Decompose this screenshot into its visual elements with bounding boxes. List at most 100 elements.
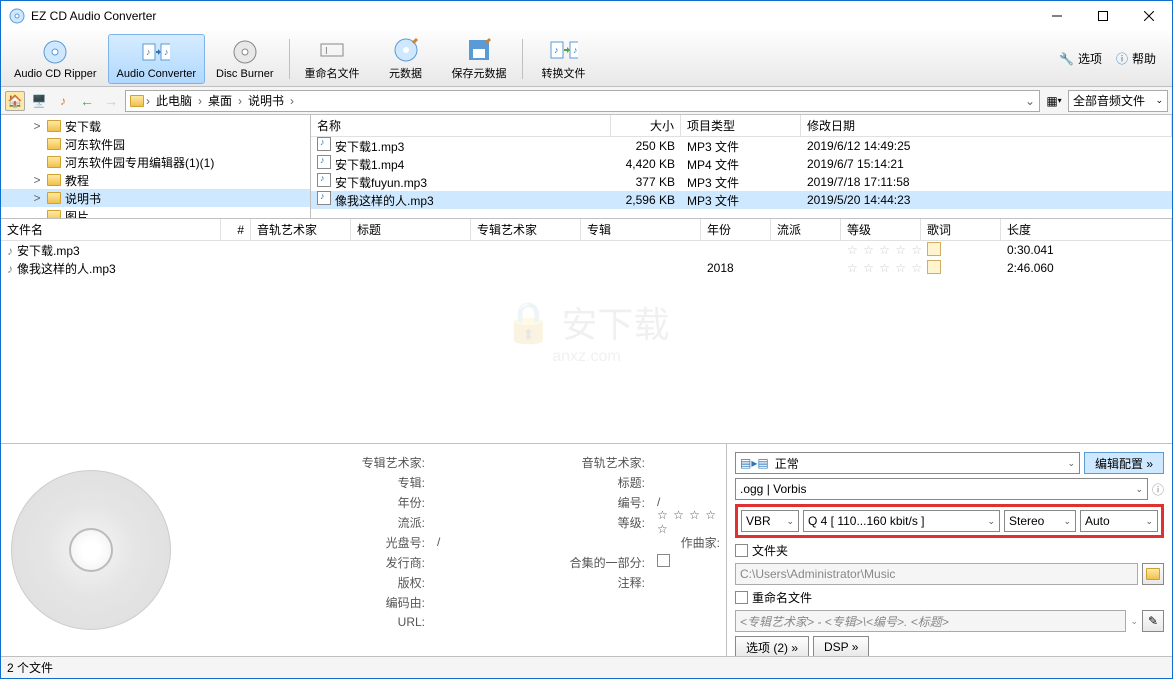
- status-bar: 2 个文件: [1, 656, 1172, 678]
- rename-pattern-input[interactable]: <专辑艺术家> - <专辑>\<编号>. <标题>: [735, 610, 1126, 632]
- nav-back-button[interactable]: ←: [77, 91, 97, 111]
- tree-item[interactable]: >说明书: [1, 189, 310, 207]
- compilation-checkbox[interactable]: [657, 554, 670, 567]
- col-albumartist[interactable]: 专辑艺术家: [471, 219, 581, 240]
- view-options-button[interactable]: ▦▾: [1044, 91, 1064, 111]
- audio-cd-ripper-button[interactable]: Audio CD Ripper: [5, 34, 106, 84]
- save-metadata-button[interactable]: 保存元数据: [443, 34, 516, 84]
- chevron-down-icon[interactable]: ⌄: [1025, 94, 1035, 108]
- folder-label: 文件夹: [752, 542, 788, 559]
- list-row[interactable]: ♪安下载.mp3☆ ☆ ☆ ☆ ☆0:30.041: [1, 241, 1172, 259]
- rename-edit-button[interactable]: ✎: [1142, 610, 1164, 632]
- options-button[interactable]: 选项 (2) »: [735, 636, 809, 658]
- nav-computer-icon[interactable]: 🖥️: [29, 91, 49, 111]
- col-type[interactable]: 项目类型: [681, 115, 801, 136]
- col-artist[interactable]: 音轨艺术家: [251, 219, 351, 240]
- format-dropdown[interactable]: .ogg | Vorbis⌄: [735, 478, 1148, 500]
- vbr-dropdown[interactable]: VBR⌄: [741, 510, 799, 532]
- col-date[interactable]: 修改日期: [801, 115, 1172, 136]
- output-panel: ▤▸▤正常⌄ 编辑配置 » .ogg | Vorbis⌄ ⓘ VBR⌄ Q 4 …: [726, 444, 1172, 656]
- col-lyrics[interactable]: 歌词: [921, 219, 1001, 240]
- playlist-pane: 文件名 # 音轨艺术家 标题 专辑艺术家 专辑 年份 流派 等级 歌词 长度 ♪…: [1, 219, 1172, 444]
- tree-item[interactable]: >安下载: [1, 117, 310, 135]
- breadcrumb-item[interactable]: 说明书: [244, 92, 288, 109]
- convert-files-button[interactable]: ♪♪ 转换文件: [529, 34, 599, 84]
- disc-burner-button[interactable]: Disc Burner: [207, 34, 282, 84]
- tree-item[interactable]: 河东软件园专用编辑器(1)(1): [1, 153, 310, 171]
- dsp-button[interactable]: DSP »: [813, 636, 869, 658]
- rename-checkbox[interactable]: [735, 591, 748, 604]
- tree-item[interactable]: >教程: [1, 171, 310, 189]
- convert-icon: ♪♪: [142, 38, 170, 66]
- metadata-icon: [392, 37, 420, 63]
- nav-music-icon[interactable]: ♪: [53, 91, 73, 111]
- file-browser: 名称 大小 项目类型 修改日期 安下载1.mp3250 KBMP3 文件2019…: [311, 115, 1172, 218]
- help-icon: ⓘ: [1116, 50, 1128, 67]
- list-row[interactable]: ♪像我这样的人.mp32018☆ ☆ ☆ ☆ ☆2:46.060: [1, 259, 1172, 277]
- app-icon: [9, 8, 25, 24]
- metadata-label: 元数据: [389, 65, 422, 81]
- breadcrumb[interactable]: › 此电脑 › 桌面 › 说明书 › ⌄: [125, 90, 1040, 112]
- converter-label: Audio Converter: [117, 68, 197, 80]
- options-link[interactable]: 🔧选项: [1059, 50, 1102, 67]
- col-size[interactable]: 大小: [611, 115, 681, 136]
- edit-config-button[interactable]: 编辑配置 »: [1084, 452, 1164, 474]
- tree-item[interactable]: 图片: [1, 207, 310, 218]
- tree-item[interactable]: 河东软件园: [1, 135, 310, 153]
- save-metadata-icon: [465, 37, 493, 63]
- file-row[interactable]: 像我这样的人.mp32,596 KBMP3 文件2019/5/20 14:44:…: [311, 191, 1172, 209]
- svg-text:♪: ♪: [573, 45, 578, 55]
- col-rating[interactable]: 等级: [841, 219, 921, 240]
- status-text: 2 个文件: [7, 659, 53, 676]
- folder-checkbox[interactable]: [735, 544, 748, 557]
- close-button[interactable]: [1126, 1, 1172, 31]
- col-genre[interactable]: 流派: [771, 219, 841, 240]
- encoding-settings-group: VBR⌄ Q 4 [ 110...160 kbit/s ]⌄ Stereo⌄ A…: [735, 504, 1164, 538]
- col-year[interactable]: 年份: [701, 219, 771, 240]
- quality-dropdown[interactable]: Q 4 [ 110...160 kbit/s ]⌄: [803, 510, 1000, 532]
- channels-dropdown[interactable]: Stereo⌄: [1004, 510, 1076, 532]
- rename-files-button[interactable]: I 重命名文件: [296, 34, 369, 84]
- file-filter-dropdown[interactable]: 全部音频文件⌄: [1068, 90, 1168, 112]
- nav-home-button[interactable]: 🏠: [5, 91, 25, 111]
- playlist-header: 文件名 # 音轨艺术家 标题 专辑艺术家 专辑 年份 流派 等级 歌词 长度: [1, 219, 1172, 241]
- col-name[interactable]: 名称: [311, 115, 611, 136]
- svg-text:♪: ♪: [146, 47, 151, 57]
- nav-forward-button[interactable]: →: [101, 91, 121, 111]
- convert-files-icon: ♪♪: [550, 37, 578, 63]
- audio-converter-button[interactable]: ♪♪ Audio Converter: [108, 34, 206, 84]
- minimize-button[interactable]: [1034, 1, 1080, 31]
- file-row[interactable]: 安下载fuyun.mp3377 KBMP3 文件2019/7/18 17:11:…: [311, 173, 1172, 191]
- burn-icon: [231, 38, 259, 66]
- info-icon[interactable]: ⓘ: [1152, 481, 1164, 498]
- burner-label: Disc Burner: [216, 68, 273, 80]
- breadcrumb-item[interactable]: 桌面: [204, 92, 236, 109]
- disc-art[interactable]: [11, 470, 171, 630]
- col-title[interactable]: 标题: [351, 219, 471, 240]
- titlebar: EZ CD Audio Converter: [1, 1, 1172, 31]
- output-folder-path[interactable]: C:\Users\Administrator\Music: [735, 563, 1138, 585]
- browse-folder-button[interactable]: [1142, 563, 1164, 585]
- mode-dropdown[interactable]: ▤▸▤正常⌄: [735, 452, 1080, 474]
- mode-icon: ▤▸▤: [740, 456, 769, 470]
- breadcrumb-item[interactable]: 此电脑: [152, 92, 196, 109]
- svg-text:I: I: [325, 46, 328, 57]
- rename-icon: I: [318, 37, 346, 63]
- folder-tree[interactable]: >安下载 河东软件园 河东软件园专用编辑器(1)(1)>教程>说明书 图片: [1, 115, 311, 218]
- maximize-button[interactable]: [1080, 1, 1126, 31]
- savemeta-label: 保存元数据: [452, 65, 507, 81]
- help-link[interactable]: ⓘ帮助: [1116, 50, 1156, 67]
- samplerate-dropdown[interactable]: Auto⌄: [1080, 510, 1158, 532]
- disc-icon: [41, 38, 69, 66]
- album-art-panel: [1, 444, 181, 656]
- file-row[interactable]: 安下载1.mp3250 KBMP3 文件2019/6/12 14:49:25: [311, 137, 1172, 155]
- col-album[interactable]: 专辑: [581, 219, 701, 240]
- main-toolbar: Audio CD Ripper ♪♪ Audio Converter Disc …: [1, 31, 1172, 87]
- file-row[interactable]: 安下载1.mp44,420 KBMP4 文件2019/6/7 15:14:21: [311, 155, 1172, 173]
- col-filename[interactable]: 文件名: [1, 219, 221, 240]
- rename-label: 重命名文件: [305, 65, 360, 81]
- svg-text:♪: ♪: [164, 47, 169, 57]
- metadata-button[interactable]: 元数据: [371, 34, 441, 84]
- col-length[interactable]: 长度: [1001, 219, 1172, 240]
- col-num[interactable]: #: [221, 219, 251, 240]
